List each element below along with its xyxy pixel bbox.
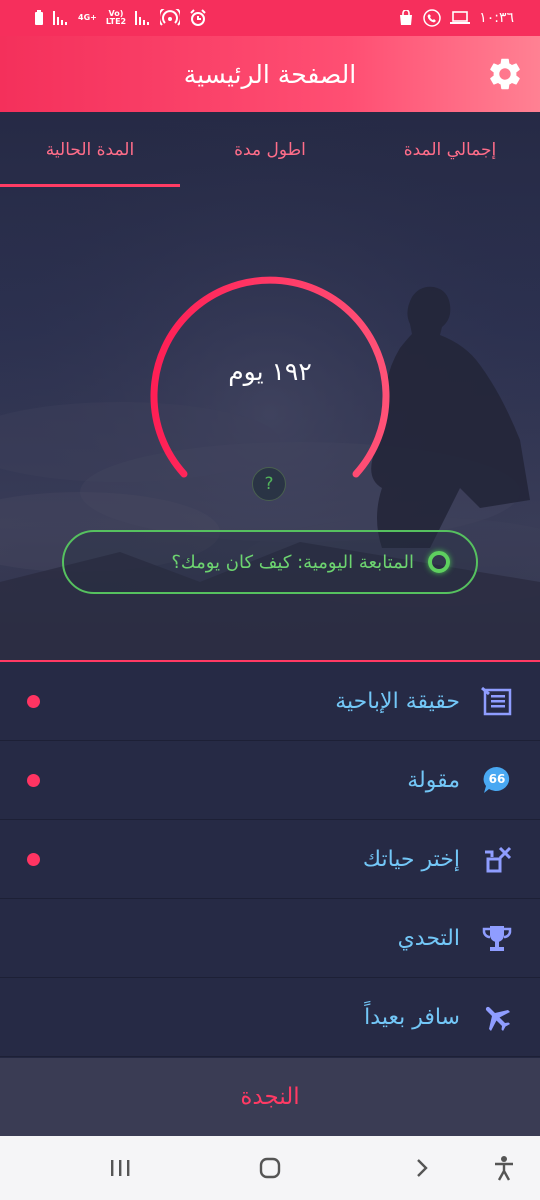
recent-apps-button[interactable] [102, 1150, 138, 1186]
notification-dot [27, 695, 40, 708]
airplane-icon [478, 998, 516, 1036]
tab-longest-duration[interactable]: اطول مدة [180, 112, 360, 187]
status-bar: 4G+ Vo) LTE2 ١٠:٣٦ [0, 0, 540, 36]
menu-item-label: سافر بعيداً [364, 1004, 460, 1030]
menu-item-porn-facts[interactable]: حقيقة الإباحية [0, 662, 540, 741]
hero-panel: إجمالي المدة اطول مدة المدة الحالية ١٩٢ … [0, 112, 540, 662]
tab-bar: إجمالي المدة اطول مدة المدة الحالية [0, 112, 540, 187]
status-right-group: ١٠:٣٦ [398, 9, 514, 27]
settings-button[interactable] [484, 53, 526, 95]
system-navigation-bar [0, 1136, 540, 1200]
hotspot-icon [160, 9, 181, 27]
rescue-button[interactable]: النجدة [0, 1058, 540, 1136]
tab-current-duration[interactable]: المدة الحالية [0, 112, 180, 187]
menu-item-label: إختر حياتك [362, 846, 460, 872]
chevron-right-icon [417, 1159, 428, 1177]
home-icon [259, 1157, 281, 1179]
menu-item-label: التحدي [397, 925, 460, 951]
notification-dot [27, 774, 40, 787]
laptop-icon [450, 11, 471, 25]
signal-icon-2 [135, 11, 151, 25]
signal-icon-1 [53, 11, 69, 25]
daily-checkin-button[interactable]: المتابعة اليومية: كيف كان يومك؟ [62, 530, 478, 594]
network-type-label: 4G+ [78, 13, 97, 22]
menu-item-label: حقيقة الإباحية [335, 688, 460, 714]
streak-days-value: ١٩٢ يوم [228, 357, 312, 386]
article-icon [478, 682, 516, 720]
status-time: ١٠:٣٦ [479, 10, 514, 26]
accessibility-button[interactable] [486, 1150, 522, 1186]
app-bar: الصفحة الرئيسية [0, 36, 540, 112]
accessibility-icon [495, 1156, 513, 1181]
menu-item-travel-away[interactable]: سافر بعيداً [0, 978, 540, 1057]
trophy-icon [478, 919, 516, 957]
svg-text:66: 66 [489, 772, 506, 786]
status-left-group: 4G+ Vo) LTE2 [34, 9, 207, 27]
home-button[interactable] [252, 1150, 288, 1186]
feature-menu: حقيقة الإباحية 66 مقولة إختر حياتك التحد… [0, 662, 540, 1057]
volte-indicator: Vo) LTE2 [106, 10, 126, 26]
menu-item-choose-life[interactable]: إختر حياتك [0, 820, 540, 899]
menu-item-label: مقولة [407, 767, 460, 793]
choose-life-icon [478, 840, 516, 878]
tab-total-duration[interactable]: إجمالي المدة [360, 112, 540, 187]
status-dot-icon [428, 551, 450, 573]
battery-icon [34, 10, 44, 26]
recent-apps-icon [111, 1160, 130, 1176]
notification-dot [27, 853, 40, 866]
daily-checkin-label: المتابعة اليومية: كيف كان يومك؟ [171, 551, 414, 573]
volte-bottom-label: LTE2 [105, 17, 127, 26]
shopping-bag-icon [398, 10, 414, 26]
alarm-icon [189, 9, 207, 27]
back-button[interactable] [404, 1150, 440, 1186]
gear-icon [490, 58, 520, 90]
quote-bubble-icon: 66 [478, 761, 516, 799]
call-icon [423, 9, 441, 27]
help-button[interactable]: ? [252, 467, 286, 501]
page-title: الصفحة الرئيسية [183, 59, 357, 89]
menu-item-quote[interactable]: 66 مقولة [0, 741, 540, 820]
menu-item-challenge[interactable]: التحدي [0, 899, 540, 978]
